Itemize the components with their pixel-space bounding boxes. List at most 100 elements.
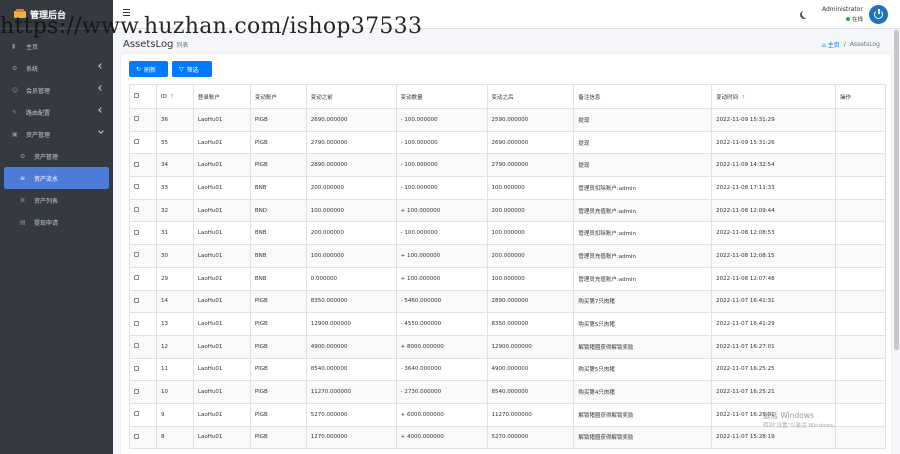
row-checkbox[interactable] — [134, 411, 139, 417]
activation-title: 激活 Windows — [763, 411, 814, 420]
gear-icon: ⚙ — [12, 64, 18, 72]
actions-cell[interactable] — [835, 425, 886, 450]
row-checkbox[interactable] — [134, 433, 139, 439]
row-checkbox-cell[interactable] — [129, 402, 157, 427]
row-checkbox[interactable] — [134, 343, 139, 349]
select-all-checkbox[interactable] — [134, 93, 139, 98]
column-header-2[interactable]: 登录账户 — [192, 84, 251, 109]
refresh-button[interactable]: ↻ 刷新 — [129, 61, 168, 77]
table-row[interactable]: 35 LaoHu01 PIGB 2790.000000- 100.000000 2690… — [129, 130, 886, 155]
actions-cell[interactable] — [835, 108, 886, 132]
column-header-1[interactable]: ID ↑ — [155, 84, 194, 109]
row-checkbox[interactable] — [134, 116, 139, 122]
table-cell: 2022-11-08 12:07:48 — [711, 266, 836, 291]
sidebar-subitem-1[interactable]: ≡ 资产流水 — [4, 167, 109, 189]
table-row[interactable]: 12 LaoHu01 PIGB 4900.000000 + 8000.000000 129… — [129, 334, 886, 359]
sidebar-item-1[interactable]: ⚙ 系统 — [0, 57, 113, 79]
actions-cell[interactable] — [835, 153, 886, 178]
sort-icon[interactable]: ↑ — [170, 94, 175, 100]
table-row[interactable]: 36 LaoHu01 PIGB 2690.000000- 100.000000 2590… — [129, 108, 886, 132]
breadcrumb-home[interactable]: ⌂ 主页 — [822, 40, 840, 49]
row-checkbox[interactable] — [134, 252, 139, 258]
table-cell: 200.000000 — [486, 198, 575, 223]
row-checkbox-cell[interactable] — [129, 153, 157, 178]
table-cell: 管理员充值账户:admin — [573, 198, 713, 223]
row-checkbox-cell[interactable] — [129, 425, 157, 450]
row-checkbox-cell[interactable] — [129, 244, 157, 268]
sidebar-item-3[interactable]: ✎ 路由配置 — [0, 101, 113, 123]
dashboard-icon: ▮ — [12, 42, 16, 50]
sidebar-subitem-0[interactable]: ⚙ 资产管理 — [0, 145, 113, 167]
table-cell: 2022-11-07 16:27:01 — [711, 334, 836, 359]
table-row[interactable]: 14 LaoHu01 PIGB 8350.000000- 5460.000000 289… — [129, 289, 886, 314]
actions-cell[interactable] — [835, 312, 886, 336]
table-row[interactable]: 10 LaoHu01 PIGB 11270.000000- 2730.000000 85… — [129, 380, 886, 404]
row-checkbox-cell[interactable] — [129, 380, 157, 404]
actions-cell[interactable] — [835, 198, 886, 223]
table-row[interactable]: 31 LaoHu01 BNB 200.000000- 100.000000 100.00… — [129, 221, 886, 246]
row-checkbox-cell[interactable] — [129, 289, 157, 314]
actions-cell[interactable] — [835, 266, 886, 291]
row-checkbox-cell[interactable] — [129, 334, 157, 359]
sidebar-subitem-3[interactable]: ▤ 提现申请 — [0, 211, 113, 233]
row-checkbox[interactable] — [134, 161, 139, 167]
filter-button[interactable]: ▽ 筛选 — [172, 61, 212, 77]
table-cell: + 6000.000000 — [395, 402, 488, 427]
sidebar-item-4[interactable]: ▣ 资产管理 — [0, 123, 113, 145]
actions-cell[interactable] — [835, 244, 886, 268]
column-header-4[interactable]: 变动之前 — [305, 84, 397, 109]
row-checkbox[interactable] — [134, 139, 139, 145]
sidebar-subitem-2[interactable]: ≣ 资产列表 — [0, 189, 113, 211]
table-cell: - 100.000000 — [395, 108, 488, 132]
table-row[interactable]: 32 LaoHu01 BND 100.000000 + 100.000000 200.00… — [129, 198, 886, 223]
table-cell: 2022-11-08 12:08:53 — [711, 221, 836, 246]
table-row[interactable]: 13 LaoHu01 PIGB 12900.000000- 4550.000000 83… — [129, 312, 886, 336]
column-header-3[interactable]: 变动账户 — [249, 84, 307, 109]
column-header-6[interactable]: 变动之后 — [486, 84, 575, 109]
table-row[interactable]: 30 LaoHu01 BNB 100.000000 + 100.000000 200.00… — [129, 244, 886, 268]
actions-cell[interactable] — [835, 130, 886, 155]
page-scrollbar[interactable] — [894, 30, 899, 350]
table-cell: 8350.000000 — [486, 312, 575, 336]
row-checkbox[interactable] — [134, 297, 139, 303]
table-row[interactable]: 34 LaoHu01 PIGB 2890.000000- 100.000000 2790… — [129, 153, 886, 178]
row-checkbox-cell[interactable] — [129, 176, 157, 200]
actions-cell[interactable] — [835, 402, 886, 427]
row-checkbox[interactable] — [134, 365, 139, 371]
sort-icon[interactable]: ↑ — [741, 95, 746, 101]
row-checkbox[interactable] — [134, 388, 139, 394]
actions-cell[interactable] — [835, 289, 886, 314]
dark-mode-icon[interactable] — [802, 10, 810, 18]
row-checkbox-cell[interactable] — [129, 130, 157, 155]
column-header-8[interactable]: 变动时间 ↑ — [711, 84, 836, 109]
user-name[interactable]: Administrator — [822, 6, 863, 13]
row-checkbox[interactable] — [134, 184, 139, 190]
column-header-7[interactable]: 备注信息 — [573, 84, 713, 109]
table-cell: 8 — [155, 425, 194, 450]
row-checkbox-cell[interactable] — [129, 357, 157, 382]
row-checkbox-cell[interactable] — [129, 266, 157, 291]
actions-cell[interactable] — [835, 357, 886, 382]
logout-button[interactable] — [869, 5, 888, 24]
actions-cell[interactable] — [835, 221, 886, 246]
row-checkbox-cell[interactable] — [129, 312, 157, 336]
table-cell: LaoHu01 — [192, 357, 251, 382]
table-row[interactable]: 29 LaoHu01 BNB 0.000000 + 100.000000 100.0000… — [129, 266, 886, 291]
row-checkbox-cell[interactable] — [129, 198, 157, 223]
column-header-5[interactable]: 变动数量 — [395, 84, 488, 109]
actions-cell[interactable] — [835, 176, 886, 200]
table-row[interactable]: 33 LaoHu01 BNB 200.000000- 100.000000 100.00… — [129, 176, 886, 200]
column-header-0[interactable] — [129, 84, 157, 109]
column-header-9[interactable]: 操作 — [835, 84, 886, 109]
actions-cell[interactable] — [835, 380, 886, 404]
table-row[interactable]: 11 LaoHu01 PIGB 8540.000000- 3640.000000 490… — [129, 357, 886, 382]
row-checkbox[interactable] — [134, 320, 139, 326]
row-checkbox[interactable] — [134, 275, 139, 281]
user-status: 在线 — [846, 15, 863, 23]
row-checkbox[interactable] — [134, 207, 139, 213]
actions-cell[interactable] — [835, 334, 886, 359]
row-checkbox-cell[interactable] — [129, 108, 157, 132]
row-checkbox[interactable] — [134, 229, 139, 235]
row-checkbox-cell[interactable] — [129, 221, 157, 246]
sidebar-item-2[interactable]: ☺ 会员管理 — [0, 79, 113, 101]
